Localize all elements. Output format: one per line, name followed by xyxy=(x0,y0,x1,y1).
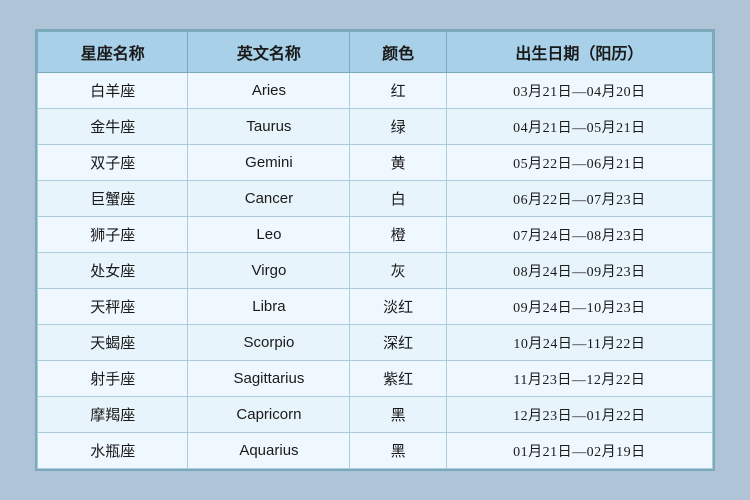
col-header-dates: 出生日期（阳历） xyxy=(446,32,712,73)
table-row: 白羊座Aries红03月21日—04月20日 xyxy=(38,73,713,109)
cell-row3-col2: 白 xyxy=(350,181,446,217)
cell-row5-col0: 处女座 xyxy=(38,253,188,289)
cell-row3-col3: 06月22日—07月23日 xyxy=(446,181,712,217)
col-header-color: 颜色 xyxy=(350,32,446,73)
cell-row6-col3: 09月24日—10月23日 xyxy=(446,289,712,325)
cell-row1-col3: 04月21日—05月21日 xyxy=(446,109,712,145)
cell-row2-col0: 双子座 xyxy=(38,145,188,181)
cell-row4-col2: 橙 xyxy=(350,217,446,253)
zodiac-table-container: 星座名称 英文名称 颜色 出生日期（阳历） 白羊座Aries红03月21日—04… xyxy=(35,29,715,471)
cell-row8-col0: 射手座 xyxy=(38,361,188,397)
cell-row0-col1: Aries xyxy=(188,73,350,109)
cell-row10-col1: Aquarius xyxy=(188,433,350,469)
cell-row1-col2: 绿 xyxy=(350,109,446,145)
cell-row4-col1: Leo xyxy=(188,217,350,253)
cell-row8-col3: 11月23日—12月22日 xyxy=(446,361,712,397)
cell-row6-col1: Libra xyxy=(188,289,350,325)
cell-row3-col0: 巨蟹座 xyxy=(38,181,188,217)
col-header-english: 英文名称 xyxy=(188,32,350,73)
table-row: 水瓶座Aquarius黑01月21日—02月19日 xyxy=(38,433,713,469)
cell-row2-col1: Gemini xyxy=(188,145,350,181)
cell-row10-col0: 水瓶座 xyxy=(38,433,188,469)
cell-row5-col1: Virgo xyxy=(188,253,350,289)
cell-row7-col1: Scorpio xyxy=(188,325,350,361)
cell-row5-col3: 08月24日—09月23日 xyxy=(446,253,712,289)
cell-row6-col2: 淡红 xyxy=(350,289,446,325)
cell-row2-col3: 05月22日—06月21日 xyxy=(446,145,712,181)
cell-row3-col1: Cancer xyxy=(188,181,350,217)
table-row: 天秤座Libra淡红09月24日—10月23日 xyxy=(38,289,713,325)
table-body: 白羊座Aries红03月21日—04月20日金牛座Taurus绿04月21日—0… xyxy=(38,73,713,469)
cell-row9-col3: 12月23日—01月22日 xyxy=(446,397,712,433)
table-row: 狮子座Leo橙07月24日—08月23日 xyxy=(38,217,713,253)
cell-row7-col2: 深红 xyxy=(350,325,446,361)
zodiac-table: 星座名称 英文名称 颜色 出生日期（阳历） 白羊座Aries红03月21日—04… xyxy=(37,31,713,469)
cell-row5-col2: 灰 xyxy=(350,253,446,289)
cell-row8-col2: 紫红 xyxy=(350,361,446,397)
table-header-row: 星座名称 英文名称 颜色 出生日期（阳历） xyxy=(38,32,713,73)
cell-row6-col0: 天秤座 xyxy=(38,289,188,325)
cell-row2-col2: 黄 xyxy=(350,145,446,181)
cell-row4-col0: 狮子座 xyxy=(38,217,188,253)
cell-row8-col1: Sagittarius xyxy=(188,361,350,397)
cell-row0-col2: 红 xyxy=(350,73,446,109)
cell-row7-col0: 天蝎座 xyxy=(38,325,188,361)
cell-row0-col3: 03月21日—04月20日 xyxy=(446,73,712,109)
table-row: 金牛座Taurus绿04月21日—05月21日 xyxy=(38,109,713,145)
cell-row10-col3: 01月21日—02月19日 xyxy=(446,433,712,469)
table-row: 巨蟹座Cancer白06月22日—07月23日 xyxy=(38,181,713,217)
cell-row9-col2: 黑 xyxy=(350,397,446,433)
cell-row0-col0: 白羊座 xyxy=(38,73,188,109)
cell-row1-col0: 金牛座 xyxy=(38,109,188,145)
table-row: 双子座Gemini黄05月22日—06月21日 xyxy=(38,145,713,181)
cell-row10-col2: 黑 xyxy=(350,433,446,469)
cell-row7-col3: 10月24日—11月22日 xyxy=(446,325,712,361)
table-row: 摩羯座Capricorn黑12月23日—01月22日 xyxy=(38,397,713,433)
table-row: 射手座Sagittarius紫红11月23日—12月22日 xyxy=(38,361,713,397)
table-row: 处女座Virgo灰08月24日—09月23日 xyxy=(38,253,713,289)
table-row: 天蝎座Scorpio深红10月24日—11月22日 xyxy=(38,325,713,361)
cell-row1-col1: Taurus xyxy=(188,109,350,145)
cell-row9-col1: Capricorn xyxy=(188,397,350,433)
cell-row4-col3: 07月24日—08月23日 xyxy=(446,217,712,253)
col-header-chinese: 星座名称 xyxy=(38,32,188,73)
cell-row9-col0: 摩羯座 xyxy=(38,397,188,433)
